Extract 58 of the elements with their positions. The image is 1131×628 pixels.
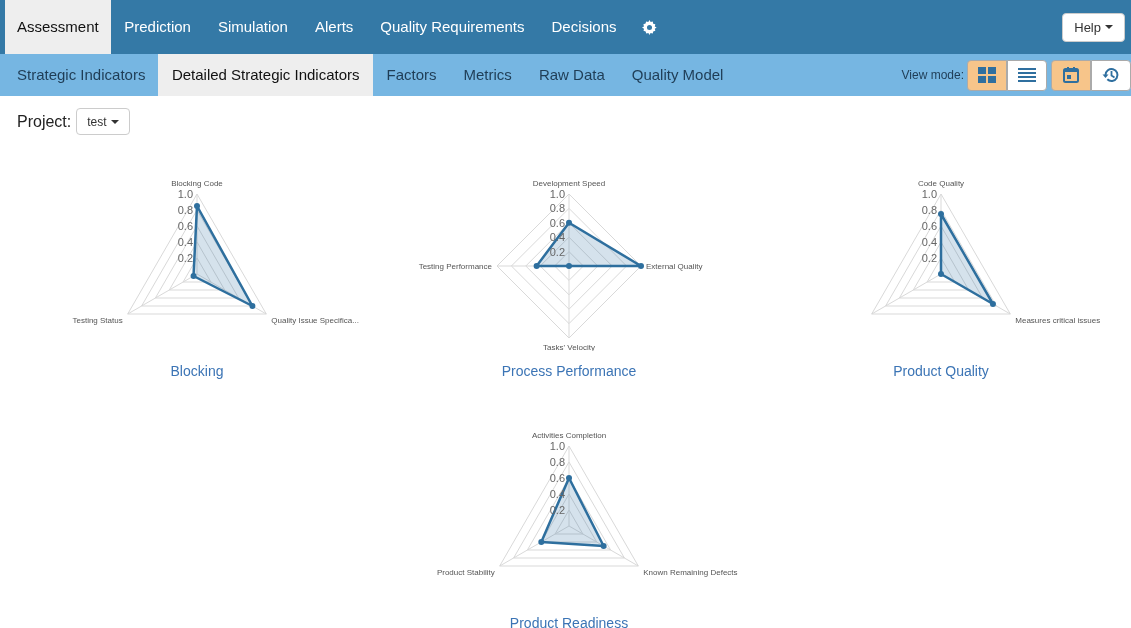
scale-label: 0.2 xyxy=(177,252,193,264)
settings-icon[interactable] xyxy=(642,19,658,35)
grid-icon xyxy=(978,67,996,83)
scale-label: 0.8 xyxy=(549,456,565,468)
chart-title[interactable]: Blocking xyxy=(170,363,224,379)
scale-label: 1.0 xyxy=(549,440,565,452)
nav-tab[interactable]: Quality Model xyxy=(618,54,737,96)
axis-label: External Quality xyxy=(646,262,703,271)
nav-tab[interactable]: Detailed Strategic Indicators xyxy=(158,54,373,96)
nav-tab[interactable]: Raw Data xyxy=(525,54,619,96)
calendar-icon xyxy=(1062,66,1080,84)
history-icon xyxy=(1102,66,1120,84)
chart-title[interactable]: Product Readiness xyxy=(509,615,629,628)
scale-label: 0.6 xyxy=(921,220,937,232)
nav-tab[interactable]: Decisions xyxy=(538,0,631,54)
scale-label: 0.8 xyxy=(549,202,565,215)
scale-label: 0.8 xyxy=(177,204,193,216)
axis-label: Measures critical issues xyxy=(1015,316,1101,325)
axis-label: Tasks' Velocity xyxy=(543,343,595,351)
nav-tab[interactable]: Assessment xyxy=(5,0,111,54)
help-button[interactable]: Help xyxy=(1062,12,1125,42)
scale-label: 0.2 xyxy=(549,245,565,258)
axis-label: Testing Performance xyxy=(418,262,492,271)
scale-label: 0.8 xyxy=(921,204,937,216)
axis-label: Product Stability xyxy=(436,568,495,577)
view-mode-label: View mode: xyxy=(901,68,964,82)
axis-label: Activities Completion xyxy=(531,431,607,440)
scale-label: 1.0 xyxy=(549,188,565,200)
chart-title[interactable]: Product Quality xyxy=(893,363,989,379)
calendar-button[interactable] xyxy=(1051,59,1091,91)
scale-label: 0.4 xyxy=(921,236,937,248)
axis-label: Code Quality xyxy=(917,179,965,188)
list-icon xyxy=(1018,67,1036,83)
history-button[interactable] xyxy=(1091,59,1131,91)
scale-label: 0.6 xyxy=(177,220,193,232)
axis-label: Known Remaining Defects xyxy=(643,568,738,577)
axis-label: Quality Issue Specifica... xyxy=(271,316,359,325)
scale-label: 1.0 xyxy=(177,188,193,200)
axis-label: Testing Status xyxy=(72,316,123,325)
nav-tab[interactable]: Simulation xyxy=(204,0,302,54)
axis-label: Development Speed xyxy=(532,179,606,188)
scale-label: 0.2 xyxy=(921,252,937,264)
scale-label: 1.0 xyxy=(921,188,937,200)
grid-view-button[interactable] xyxy=(967,59,1007,91)
scale-label: 0.4 xyxy=(177,236,193,248)
nav-tab[interactable]: Prediction xyxy=(110,0,205,54)
scale-label: 0.6 xyxy=(549,216,565,229)
nav-tab[interactable]: Strategic Indicators xyxy=(5,54,159,96)
scale-label: 0.6 xyxy=(549,472,565,484)
axis-label: Blocking Code xyxy=(171,179,223,188)
list-view-button[interactable] xyxy=(1007,59,1047,91)
project-dropdown[interactable]: test xyxy=(76,108,130,135)
nav-tab[interactable]: Alerts xyxy=(301,0,367,54)
project-label: Project: xyxy=(17,112,72,131)
nav-tab[interactable]: Quality Requirements xyxy=(366,0,539,54)
nav-tab[interactable]: Metrics xyxy=(450,54,526,96)
chart-title[interactable]: Process Performance xyxy=(501,363,637,379)
nav-tab[interactable]: Factors xyxy=(373,54,451,96)
